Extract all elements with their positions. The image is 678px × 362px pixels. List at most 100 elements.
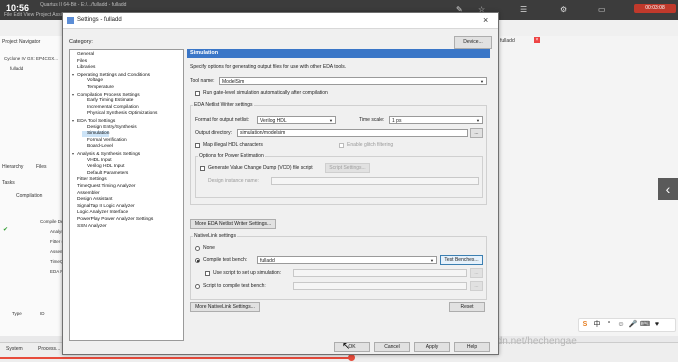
keyboard-icon[interactable]: ⌨ — [639, 320, 651, 328]
tool-name-select[interactable]: ModelSim ▼ — [219, 77, 487, 85]
tree-item[interactable]: Design Assistant — [72, 197, 112, 203]
chevron-left-icon[interactable]: ‹ — [658, 178, 678, 200]
cancel-button[interactable]: Cancel — [374, 342, 410, 352]
tree-item-label: Temperature — [87, 85, 114, 90]
dialog-title-bar[interactable]: Settings - fulladd × — [63, 13, 498, 29]
tree-item[interactable]: TimeQuest Timing Analyzer — [72, 184, 135, 190]
browse-script-compile-button[interactable]: ... — [470, 281, 483, 291]
video-progress-handle[interactable] — [348, 354, 355, 361]
taskbar-system[interactable]: System — [6, 346, 23, 352]
tree-item[interactable]: Incremental Compilation — [82, 105, 139, 111]
generate-vcd-checkbox[interactable] — [200, 166, 205, 171]
mouse-cursor-icon: ↖ — [342, 341, 351, 352]
time-scale-select[interactable]: 1 ps ▼ — [389, 116, 483, 124]
help-button[interactable]: Help — [454, 342, 490, 352]
none-radio[interactable] — [195, 246, 200, 251]
tree-item[interactable]: Simulation — [82, 131, 110, 138]
tool-name-value: ModelSim — [222, 79, 245, 85]
enable-glitch-label: Enable glitch filtering — [347, 142, 394, 148]
tree-item[interactable]: Assembler — [72, 191, 100, 197]
hierarchy-tab[interactable]: Hierarchy — [2, 164, 23, 171]
tree-item[interactable]: Board-Level — [82, 144, 113, 150]
use-script-checkbox[interactable] — [205, 271, 210, 276]
tree-item[interactable]: Physical Synthesis Optimizations — [82, 111, 157, 117]
tree-item[interactable]: Logic Analyzer Interface — [72, 210, 128, 216]
tree-item[interactable]: Voltage — [82, 78, 103, 84]
ime-punct-icon[interactable]: ° — [603, 321, 615, 328]
enable-glitch-checkbox[interactable] — [339, 143, 344, 148]
tree-item[interactable]: Fitter Settings — [72, 177, 107, 183]
tree-item-label: Incremental Compilation — [87, 104, 139, 110]
editor-tab[interactable]: fulladd — [500, 38, 515, 44]
files-tab[interactable]: Files — [36, 164, 47, 171]
design-instance-input[interactable] — [271, 177, 479, 185]
script-compile-radio[interactable] — [195, 284, 200, 289]
device-button[interactable]: Device... — [454, 36, 492, 49]
tree-item[interactable]: VHDL Input — [82, 158, 112, 164]
list-icon[interactable]: ☰ — [520, 5, 527, 14]
close-tab-icon[interactable]: × — [534, 37, 540, 43]
top-entity[interactable]: fulladd — [10, 66, 23, 71]
tree-item[interactable]: Libraries — [72, 65, 95, 71]
browse-use-script-button[interactable]: ... — [470, 268, 483, 278]
tree-item[interactable]: SignalTap II Logic Analyzer — [72, 204, 135, 210]
use-script-input[interactable] — [293, 269, 467, 277]
tree-item-label: SignalTap II Logic Analyzer — [77, 203, 135, 209]
compile-test-bench-label: Compile test bench: — [203, 257, 248, 263]
chevron-down-icon: ▼ — [329, 118, 333, 123]
design-instance-label: Design instance name: — [208, 178, 259, 184]
reset-button[interactable]: Reset — [449, 302, 485, 312]
project-navigator-title: Project Navigator — [2, 39, 41, 45]
tree-item[interactable]: Verilog HDL Input — [82, 164, 124, 170]
apply-button[interactable]: Apply — [414, 342, 450, 352]
category-tree[interactable]: General Files Libraries ▾ Operating Settings… — [69, 49, 184, 341]
tree-item-label: Simulation — [87, 131, 110, 137]
tree-item[interactable]: Default Parameters — [82, 171, 128, 177]
tasks-label: Tasks — [2, 180, 15, 186]
video-progress-bar[interactable] — [0, 357, 352, 359]
ime-mode-icon[interactable]: 中 — [591, 319, 603, 329]
map-illegal-checkbox[interactable] — [195, 143, 200, 148]
compilation-label[interactable]: Compilation — [16, 193, 42, 200]
tree-item[interactable]: PowerPlay Power Analyzer Settings — [72, 217, 153, 223]
more-nativelink-settings-button[interactable]: More NativeLink Settings... — [190, 302, 260, 312]
type-column: Type — [12, 311, 22, 316]
tree-item[interactable]: Files — [72, 59, 87, 65]
taskbar-processing[interactable]: Process... — [38, 346, 60, 352]
tree-item[interactable]: Early Timing Estimate — [82, 98, 133, 104]
output-dir-input[interactable]: simulation/modelsim — [237, 129, 468, 137]
tree-item[interactable]: SSN Analyzer — [72, 224, 107, 230]
tree-item-label: Files — [77, 58, 88, 64]
device-label[interactable]: Cyclone IV GX: EP4CGX... — [4, 56, 58, 61]
tree-item[interactable]: Design Entry/Synthesis — [82, 125, 137, 131]
tree-item-label: Assembler — [77, 190, 100, 196]
mic-icon[interactable]: 🎤 — [627, 320, 639, 328]
tree-item[interactable]: Formal Verification — [82, 138, 127, 144]
settings-icon[interactable]: ⚙ — [560, 5, 567, 14]
browse-output-dir-button[interactable]: ... — [470, 128, 483, 138]
ime-emoji-icon[interactable]: ☺ — [615, 321, 627, 328]
more-eda-settings-button[interactable]: More EDA Netlist Writer Settings... — [190, 219, 276, 229]
close-icon[interactable]: × — [483, 15, 488, 25]
use-script-label: Use script to set up simulation: — [213, 270, 282, 276]
nativelink-group-title: NativeLink settings — [193, 233, 237, 239]
script-settings-button[interactable]: Script Settings... — [325, 163, 370, 173]
test-benches-button[interactable]: Test Benches... — [440, 255, 483, 265]
check-icon: ✔ — [3, 227, 9, 233]
ime-skin-icon[interactable]: ♥ — [651, 321, 663, 328]
script-compile-input[interactable] — [293, 282, 467, 290]
run-gate-level-checkbox[interactable] — [195, 91, 200, 96]
run-gate-level-label: Run gate-level simulation automatically … — [203, 90, 328, 96]
script-compile-label: Script to compile test bench: — [203, 283, 266, 289]
map-illegal-label: Map illegal HDL characters — [203, 142, 263, 148]
tree-item[interactable]: General — [72, 52, 94, 58]
settings-dialog: Settings - fulladd × Category: Device...… — [62, 12, 499, 355]
tree-item[interactable]: Temperature — [82, 85, 114, 91]
compile-test-bench-select[interactable]: fulladd ▼ — [257, 256, 437, 264]
ime-toolbar[interactable]: S 中 ° ☺ 🎤 ⌨ ♥ — [578, 318, 676, 332]
panel-header: Simulation — [187, 49, 490, 58]
format-select[interactable]: Verilog HDL ▼ — [257, 116, 336, 124]
ok-button[interactable]: OK — [334, 342, 370, 352]
window-icon[interactable]: ▭ — [598, 5, 606, 14]
compile-test-bench-radio[interactable] — [195, 258, 200, 263]
